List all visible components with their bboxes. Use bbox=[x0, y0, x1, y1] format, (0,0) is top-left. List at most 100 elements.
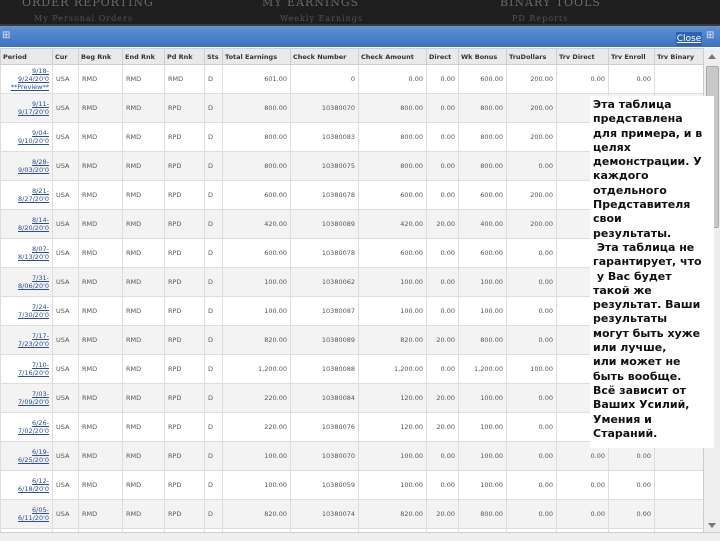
nav-sub-orders[interactable]: My Personal Orders bbox=[34, 14, 133, 23]
period-cell: 7/10- 7/16/20'0 bbox=[0, 354, 53, 384]
cell-amount: 120.00 bbox=[358, 383, 427, 413]
cell-sts: D bbox=[204, 499, 223, 529]
cell-check-no: 10380089 bbox=[290, 209, 359, 239]
cell-cur: USA bbox=[52, 325, 79, 355]
nav-sub-weekly[interactable]: Weekly Earnings bbox=[280, 14, 363, 23]
period-link[interactable]: 9/11- bbox=[4, 100, 49, 108]
period-link[interactable]: 6/25/20'0 bbox=[4, 456, 49, 464]
cell-sts: D bbox=[204, 354, 223, 384]
period-link[interactable]: 6/19- bbox=[4, 448, 49, 456]
cell-end: RMD bbox=[122, 383, 165, 413]
period-link[interactable]: 7/30/20'0 bbox=[4, 311, 49, 319]
period-link[interactable]: 6/05- bbox=[4, 506, 49, 514]
period-link[interactable]: 8/06/20'0 bbox=[4, 282, 49, 290]
period-link[interactable]: 9/10/20'0 bbox=[4, 137, 49, 145]
cell-wk: 600.00 bbox=[458, 180, 507, 210]
column-header[interactable]: TruDollars bbox=[506, 48, 557, 65]
cell-direct: 0.00 bbox=[426, 441, 459, 471]
period-link[interactable]: 8/14- bbox=[4, 216, 49, 224]
column-header[interactable]: Period bbox=[0, 48, 53, 65]
period-link[interactable]: 7/03- bbox=[4, 390, 49, 398]
nav-order-reporting[interactable]: ORDER REPORTING bbox=[22, 0, 154, 9]
cell-pd: RPD bbox=[164, 267, 205, 297]
period-link[interactable]: 8/27/20'0 bbox=[4, 195, 49, 203]
cell-direct: 20.00 bbox=[426, 325, 459, 355]
period-link[interactable]: 7/17- bbox=[4, 332, 49, 340]
column-header[interactable]: Beg Rnk bbox=[78, 48, 123, 65]
period-link[interactable]: 8/20/20'0 bbox=[4, 224, 49, 232]
popup-title-bar[interactable]: ⊞ Close ⊞ bbox=[0, 27, 720, 47]
cell-total: 600.00 bbox=[222, 238, 291, 268]
cell-cur: USA bbox=[52, 151, 79, 181]
period-link[interactable]: 6/12- bbox=[4, 477, 49, 485]
period-link[interactable]: 7/09/20'0 bbox=[4, 398, 49, 406]
column-header[interactable]: Direct bbox=[426, 48, 459, 65]
cell-sts: D bbox=[204, 296, 223, 326]
cell-pd: RPD bbox=[164, 325, 205, 355]
cell-tru: 0.00 bbox=[506, 151, 557, 181]
cell-sts: D bbox=[204, 238, 223, 268]
period-link[interactable]: 9/04- bbox=[4, 129, 49, 137]
period-link[interactable]: 7/02/20'0 bbox=[4, 427, 49, 435]
column-header[interactable]: Total Earnings bbox=[222, 48, 291, 65]
period-link[interactable]: 7/31- bbox=[4, 274, 49, 282]
nav-binary-tools[interactable]: BINARY TOOLS bbox=[500, 0, 601, 9]
cell-sts: D bbox=[204, 209, 223, 239]
period-link[interactable]: 7/16/20'0 bbox=[4, 369, 49, 377]
nav-my-earnings[interactable]: MY EARNINGS bbox=[262, 0, 359, 9]
scroll-down-icon[interactable] bbox=[708, 523, 716, 528]
cell-direct: 20.00 bbox=[426, 412, 459, 442]
cell-wk: 800.00 bbox=[458, 93, 507, 123]
cell-direct: 0.00 bbox=[426, 267, 459, 297]
period-link[interactable]: 8/07- bbox=[4, 245, 49, 253]
period-link[interactable]: 9/24/20'0 bbox=[4, 75, 49, 83]
cell-pd: RPD bbox=[164, 209, 205, 239]
cell-tbin: 0.00 bbox=[654, 470, 704, 500]
column-header[interactable]: Trv Direct bbox=[556, 48, 609, 65]
column-header[interactable]: Pd Rnk bbox=[164, 48, 205, 65]
period-link[interactable]: 6/18/20'0 bbox=[4, 485, 49, 493]
cell-tbin: 0.00 bbox=[654, 499, 704, 529]
period-link[interactable]: 9/17/20'0 bbox=[4, 108, 49, 116]
period-link[interactable]: 6/26- bbox=[4, 419, 49, 427]
period-cell: 9/11- 9/17/20'0 bbox=[0, 93, 53, 123]
period-link[interactable]: 7/23/20'0 bbox=[4, 340, 49, 348]
column-header[interactable]: Cur bbox=[52, 48, 79, 65]
scroll-up-icon[interactable] bbox=[708, 54, 716, 59]
cell-tru: 0.00 bbox=[506, 238, 557, 268]
cell-tru: 0.00 bbox=[506, 296, 557, 326]
cell-end: RMD bbox=[122, 267, 165, 297]
nav-sub-reports[interactable]: PD Reports bbox=[512, 14, 568, 23]
column-header[interactable]: Check Amount bbox=[358, 48, 427, 65]
column-header[interactable]: Check Number bbox=[290, 48, 359, 65]
drag-grip-icon[interactable]: ⊞ bbox=[2, 31, 12, 41]
cell-beg: RMD bbox=[78, 64, 123, 94]
period-link[interactable]: 6/11/20'0 bbox=[4, 514, 49, 522]
column-header[interactable]: Wk Bonus bbox=[458, 48, 507, 65]
cell-check-no: 10380059 bbox=[290, 470, 359, 500]
column-header[interactable]: End Rnk bbox=[122, 48, 165, 65]
period-link[interactable]: 8/13/20'0 bbox=[4, 253, 49, 261]
cell-end: RMD bbox=[122, 64, 165, 94]
cell-end: RMD bbox=[122, 499, 165, 529]
period-cell: 7/17- 7/23/20'0 bbox=[0, 325, 53, 355]
period-link[interactable]: 8/21- bbox=[4, 187, 49, 195]
cell-sts: D bbox=[204, 180, 223, 210]
column-header[interactable]: Trv Binary bbox=[654, 48, 704, 65]
column-header[interactable]: Sts bbox=[204, 48, 223, 65]
period-link[interactable]: 7/10- bbox=[4, 361, 49, 369]
resize-grip-icon[interactable]: ⊞ bbox=[706, 31, 716, 41]
cell-total: 100.00 bbox=[222, 296, 291, 326]
close-button[interactable]: Close bbox=[676, 32, 702, 46]
table-row: 9/18- 9/24/20'0 **Preview** USA RMD RMD RMD D 60… bbox=[0, 64, 704, 94]
column-header[interactable]: Trv Enroll bbox=[608, 48, 655, 65]
preview-link[interactable]: **Preview** bbox=[4, 83, 49, 91]
period-link[interactable]: 9/18- bbox=[4, 67, 49, 75]
period-cell: 6/26- 7/02/20'0 bbox=[0, 412, 53, 442]
cell-direct: 0.00 bbox=[426, 354, 459, 384]
period-link[interactable]: 8/28- bbox=[4, 158, 49, 166]
period-link[interactable]: 7/24- bbox=[4, 303, 49, 311]
period-link[interactable]: 9/03/20'0 bbox=[4, 166, 49, 174]
cell-end: RMD bbox=[122, 325, 165, 355]
table-row: 6/05- 6/11/20'0 USA RMD RMD RPD D 820.00 1038007… bbox=[0, 499, 704, 529]
